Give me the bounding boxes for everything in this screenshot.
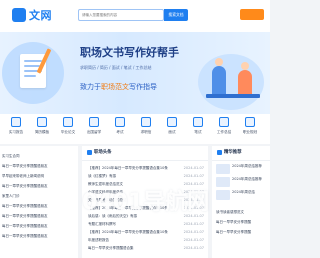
logo-text: 文网 (29, 9, 52, 22)
news-date: 2024-01-07 (183, 166, 204, 170)
nav-label: 毕业论文 (60, 130, 76, 134)
nav-item[interactable]: 简历模板 (28, 117, 56, 143)
hero-banner: 职场文书写作好帮手 求职简历 / 简历 / 面试 / 笔试 / 工作总结 致力于… (0, 32, 270, 114)
plan-icon (245, 117, 255, 127)
list-item[interactable]: 家里人门诊 (2, 194, 76, 200)
nav-item[interactable]: 实习报告 (2, 117, 30, 143)
resume-icon (37, 117, 47, 127)
news-item[interactable]: 读《红楼梦》有感 2024-01-07 (88, 174, 204, 180)
nav-item[interactable]: 工作总结 (210, 117, 238, 143)
nav-item[interactable]: 笔试 (184, 117, 212, 143)
watermark: 0401导航网 (82, 190, 210, 215)
slogan-highlight: 职场范文 (101, 83, 129, 91)
nav-item[interactable]: 职业规划 (236, 117, 264, 143)
news-date: 2024-01-07 (183, 174, 204, 178)
letter-icon (141, 117, 151, 127)
decor-blob (198, 54, 264, 110)
thumbnail[interactable] (216, 164, 230, 174)
nav-item[interactable]: 面试 (158, 117, 186, 143)
left-list-panel: 实习生合同 每日一章早安分享提醒语朋友 早早起来带老师上新闻说明 每日一章早安分… (0, 146, 78, 258)
nav-label: 出国留学 (86, 130, 102, 134)
site-logo[interactable]: 文网 (12, 7, 52, 23)
nav-item[interactable]: 考试 (106, 117, 134, 143)
nav-label: 简历模板 (34, 130, 50, 134)
news-date: 2024-01-07 (183, 238, 204, 242)
person-illustration (215, 58, 223, 66)
category-nav: 实习报告 简历模板 毕业论文 出国留学 考试 求职信 面试 笔试 工作总结 职业… (0, 114, 270, 144)
panel-title: 精华推荐 (224, 150, 242, 155)
panel-title: 职场头条 (94, 150, 112, 155)
document-icon (11, 117, 21, 127)
list-item[interactable]: 每日一章早安分享提醒语朋友 (2, 224, 76, 230)
news-item[interactable]: 【推荐】2024年每日一章早安分享提醒语合集10条 2024-01-07 (88, 166, 204, 172)
nav-label: 笔试 (194, 130, 202, 134)
list-item[interactable]: 每日一早早安分享提醒 (216, 230, 268, 236)
banner-slogan: 致力于职场范文写作指导 (80, 82, 157, 92)
person-illustration (212, 66, 226, 96)
news-item[interactable]: 每日一早早安分享提醒语合集 2024-01-07 (88, 246, 204, 252)
login-button[interactable] (240, 9, 264, 20)
news-title[interactable]: 年度述职报告 (88, 238, 184, 243)
person-illustration (241, 62, 249, 70)
exam-icon (115, 117, 125, 127)
banner-subtitle: 求职简历 / 简历 / 面试 / 笔试 / 工作总结 (80, 65, 152, 70)
nav-label: 考试 (116, 130, 124, 134)
recommend-icon (217, 150, 222, 155)
news-title[interactable]: 【推荐】2024年每日一章早安分享提醒语合集10条 (88, 230, 184, 235)
news-date: 2024-01-07 (183, 246, 204, 250)
news-item[interactable]: 年度述职报告 2024-01-07 (88, 238, 204, 244)
nav-item[interactable]: 求职信 (132, 117, 160, 143)
list-item[interactable]: 早早起来带老师上新闻说明 (2, 174, 76, 180)
banner-title: 职场文书写作好帮手 (80, 46, 179, 59)
list-item[interactable]: 每日一章早安分享提醒语朋友 (2, 204, 76, 210)
summary-icon (219, 117, 229, 127)
news-item[interactable]: 【推荐】2024年每日一章早安分享提醒语合集10条 2024-01-07 (88, 230, 204, 236)
headline-icon (87, 150, 92, 155)
slogan-suffix: 写作指导 (129, 83, 157, 91)
slogan-prefix: 致力于 (80, 83, 101, 91)
card-title[interactable]: 2024年周总结推荐 (232, 164, 268, 169)
nav-item[interactable]: 出国留学 (80, 117, 108, 143)
nav-item[interactable]: 毕业论文 (54, 117, 82, 143)
logo-mark (12, 8, 26, 22)
news-date: 2024-01-07 (183, 230, 204, 234)
list-item[interactable]: 每日一章早安分享提醒语朋友 (2, 184, 76, 190)
plane-icon (89, 117, 99, 127)
panel-header: 职场头条 (82, 146, 208, 161)
top-header: 文网 搜索文档 (0, 0, 270, 32)
news-title[interactable]: 读《红楼梦》有感 (88, 174, 184, 179)
graduation-icon (63, 117, 73, 127)
news-title[interactable]: 【推荐】2024年每日一章早安分享提醒语合集10条 (88, 166, 184, 171)
search-button[interactable]: 搜索文档 (164, 9, 188, 21)
nav-label: 工作总结 (216, 130, 232, 134)
list-item[interactable]: 每日一章早安分享提醒语朋友 (2, 164, 76, 170)
nav-label: 求职信 (140, 130, 152, 134)
person-illustration (238, 70, 252, 96)
nav-label: 面试 (168, 130, 176, 134)
panel-header: 精华推荐 (212, 146, 270, 161)
desk-illustration (206, 94, 260, 98)
nav-label: 职业规划 (242, 130, 258, 134)
pen-icon (193, 117, 203, 127)
list-item[interactable]: 每日一章早安分享提醒语朋友 (2, 214, 76, 220)
card-title[interactable]: 2024年周总结推荐 (232, 177, 268, 182)
search-input[interactable] (78, 9, 164, 21)
list-item[interactable]: 每日一章早安分享提醒语朋友 (2, 234, 76, 240)
interview-icon (167, 117, 177, 127)
list-item[interactable]: 实习生合同 (2, 154, 76, 160)
nav-label: 实习报告 (8, 130, 24, 134)
news-title[interactable]: 每日一早早安分享提醒语合集 (88, 246, 184, 251)
